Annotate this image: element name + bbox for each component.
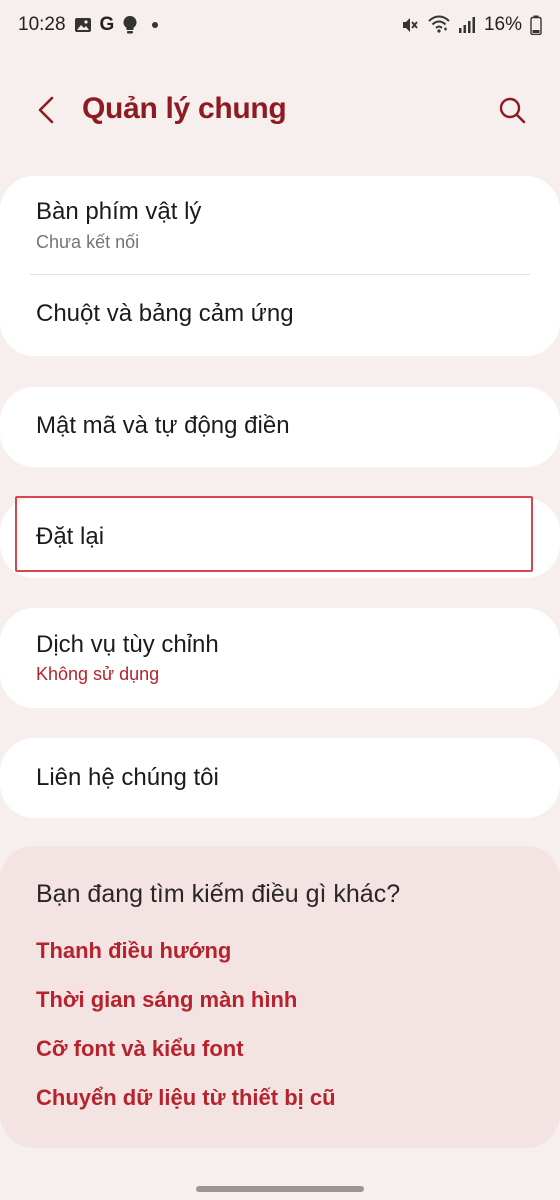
settings-group-password: Mật mã và tự động điền — [0, 387, 560, 467]
custom-service-status: Không sử dụng — [36, 664, 160, 684]
contact-us-item[interactable]: Liên hệ chúng tôi — [0, 738, 560, 818]
mute-icon — [400, 15, 420, 35]
mouse-touchpad-item[interactable]: Chuột và bảng cảm ứng — [0, 275, 560, 356]
battery-icon — [530, 15, 542, 35]
notification-dot-icon — [152, 22, 159, 28]
reset-highlight-box — [15, 496, 533, 572]
suggestion-link-transfer-data[interactable]: Chuyển dữ liệu từ thiết bị cũ — [36, 1085, 336, 1111]
contact-us-title: Liên hệ chúng tôi — [36, 764, 219, 791]
back-button[interactable] — [26, 90, 66, 130]
search-icon — [499, 97, 526, 124]
gesture-handle[interactable] — [196, 1186, 364, 1192]
physical-keyboard-item[interactable]: Bàn phím vật lý Chưa kết nối — [0, 176, 560, 274]
gallery-icon — [74, 16, 92, 34]
custom-service-title: Dịch vụ tùy chỉnh — [36, 631, 219, 658]
status-bar: 10:28 G 16% — [0, 0, 560, 50]
back-arrow-icon — [38, 96, 54, 124]
battery-percent: 16% — [483, 14, 522, 35]
suggestions-panel: Bạn đang tìm kiếm điều gì khác? Thanh đi… — [0, 846, 560, 1148]
physical-keyboard-title: Bàn phím vật lý — [36, 198, 202, 225]
suggestion-link-screen-timeout[interactable]: Thời gian sáng màn hình — [36, 987, 297, 1013]
password-autofill-item[interactable]: Mật mã và tự động điền — [0, 387, 560, 467]
physical-keyboard-status: Chưa kết nối — [36, 232, 140, 252]
signal-icon — [458, 16, 476, 34]
wifi-icon — [428, 15, 450, 35]
suggestions-heading: Bạn đang tìm kiếm điều gì khác? — [36, 880, 401, 908]
screen: 10:28 G 16% Quản lý chung Bàn phím vật l… — [0, 0, 560, 1200]
status-left: 10:28 G — [18, 14, 159, 36]
search-button[interactable] — [492, 90, 532, 130]
mouse-touchpad-title: Chuột và bảng cảm ứng — [36, 300, 294, 327]
suggestion-link-font-size-style[interactable]: Cỡ font và kiểu font — [36, 1036, 244, 1062]
settings-group-custom: Dịch vụ tùy chỉnh Không sử dụng — [0, 608, 560, 708]
page-title: Quản lý chung — [82, 92, 287, 125]
google-icon: G — [99, 14, 115, 35]
settings-group-contact: Liên hệ chúng tôi — [0, 738, 560, 818]
settings-group-input: Bàn phím vật lý Chưa kết nối Chuột và bả… — [0, 176, 560, 356]
password-autofill-title: Mật mã và tự động điền — [36, 412, 290, 439]
lightbulb-icon — [122, 15, 138, 35]
header: Quản lý chung — [0, 72, 560, 148]
status-time: 10:28 — [18, 14, 66, 35]
custom-service-item[interactable]: Dịch vụ tùy chỉnh Không sử dụng — [0, 608, 560, 708]
status-right: 16% — [400, 14, 542, 36]
suggestion-link-navigation-bar[interactable]: Thanh điều hướng — [36, 938, 231, 964]
